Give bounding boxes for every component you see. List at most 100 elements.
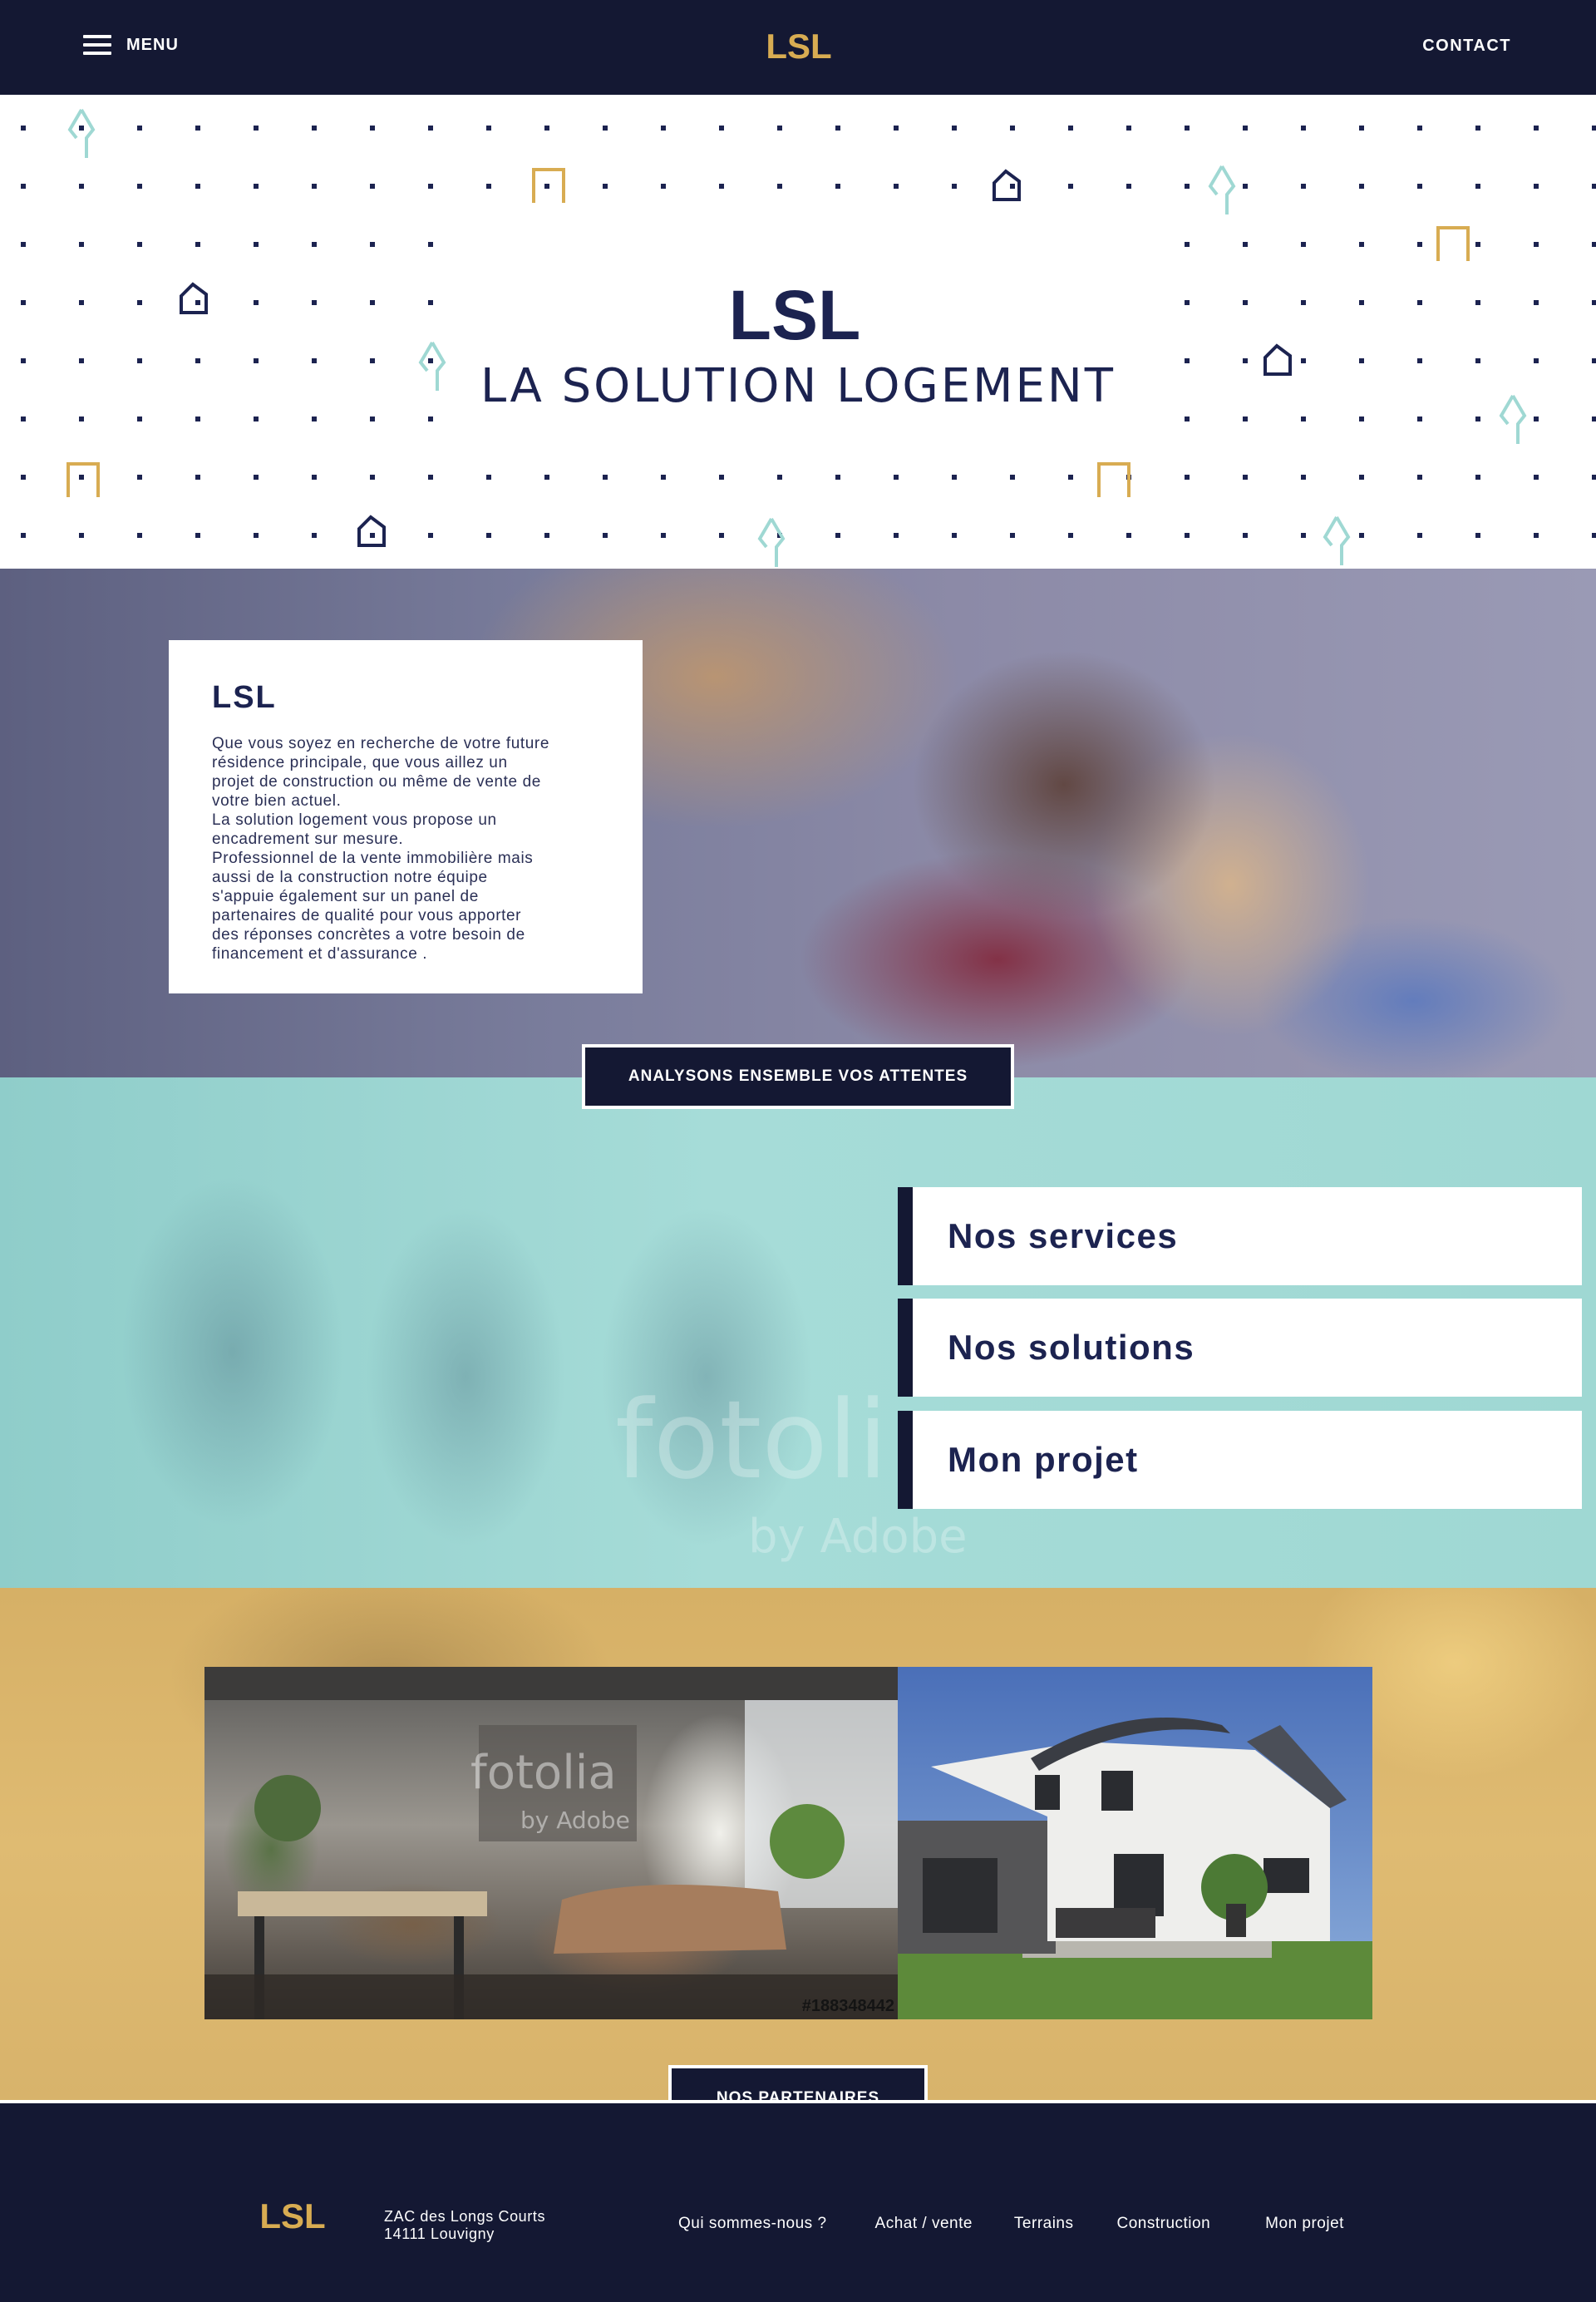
pattern-dot [195,533,200,538]
pattern-dot [1592,417,1596,421]
lsl-logo[interactable]: LSL [763,27,835,65]
pattern-dot [1010,475,1015,480]
pattern-dot [894,184,899,189]
pattern-dot [1475,126,1480,131]
analyse-expectations-button[interactable]: ANALYSONS ENSEMBLE VOS ATTENTES [582,1044,1014,1109]
pattern-dot [428,533,433,538]
pattern-dot [428,475,433,480]
pattern-dot [1475,184,1480,189]
pattern-dot [1068,475,1073,480]
pattern-dot [835,126,840,131]
interior-illustration [204,1667,898,2019]
pattern-dot [894,126,899,131]
pattern-dot [1185,417,1190,421]
pattern-dot [370,126,375,131]
pattern-dot [195,242,200,247]
doorway-icon [1436,226,1470,261]
pattern-dot [1359,533,1364,538]
pattern-dot [661,475,666,480]
pattern-dot [1243,242,1248,247]
pattern-dot [1534,417,1539,421]
pattern-dot [1301,126,1306,131]
contact-link[interactable]: CONTACT [1422,37,1511,56]
pattern-dot [137,533,142,538]
footer-link-buy-sell[interactable]: Achat / vente [875,2215,973,2233]
pattern-dot [1359,126,1364,131]
pattern-dot [1243,533,1248,538]
tree-icon [1208,165,1236,214]
pattern-dot [1534,242,1539,247]
pattern-dot [254,475,259,480]
pattern-dot [1010,533,1015,538]
pattern-dot [1534,533,1539,538]
pattern-dot [1417,417,1422,421]
pattern-dot [79,126,84,131]
svg-text:LSL: LSL [730,276,860,351]
pattern-dot [1185,126,1190,131]
pattern-dot [1475,358,1480,363]
house-outline-icon [357,515,386,547]
pattern-dot [21,300,26,305]
pattern-dot [137,184,142,189]
pattern-dot [1534,358,1539,363]
pattern-dot [486,184,491,189]
mon-projet-link[interactable]: Mon projet [898,1411,1582,1509]
pattern-dot [1243,184,1248,189]
pattern-dot [1417,300,1422,305]
house-photo [898,1667,1372,2019]
pattern-dot [254,358,259,363]
footer-link-land[interactable]: Terrains [1014,2215,1074,2233]
footer-lsl-logo[interactable]: LSL [258,2196,328,2235]
pattern-dot [835,184,840,189]
top-navigation-bar: MENU LSL CONTACT [0,0,1596,95]
footer-link-construction[interactable]: Construction [1117,2215,1211,2233]
pattern-dot [544,533,549,538]
pattern-dot [603,475,608,480]
pattern-dot [195,126,200,131]
pattern-dot [1475,533,1480,538]
pattern-dot [79,533,84,538]
pattern-dot [254,184,259,189]
menu-label: MENU [126,35,179,54]
interior-watermark: fotolia [470,1746,617,1800]
pattern-dot [952,533,957,538]
pattern-dot [1534,300,1539,305]
pattern-dot [312,184,317,189]
hero-section: LSL LA SOLUTION LOGEMENT [0,95,1596,569]
pattern-dot [428,184,433,189]
pattern-dot [777,184,782,189]
footer-link-about[interactable]: Qui sommes-nous ? [678,2215,827,2233]
footer-link-my-project[interactable]: Mon projet [1265,2215,1344,2233]
pattern-dot [1592,358,1596,363]
pattern-dot [1010,126,1015,131]
pattern-dot [1301,475,1306,480]
pattern-dot [428,417,433,421]
pattern-dot [1068,184,1073,189]
nos-solutions-link[interactable]: Nos solutions [898,1299,1582,1397]
pattern-dot [1359,417,1364,421]
menu-button[interactable]: MENU [83,35,179,55]
pattern-dot [1417,475,1422,480]
nos-services-link[interactable]: Nos services [898,1187,1582,1285]
pattern-dot [137,300,142,305]
pattern-dot [254,533,259,538]
pattern-dot [661,126,666,131]
house-outline-icon [993,169,1021,201]
pattern-dot [719,533,724,538]
footer-nav: Qui sommes-nous ? Achat / vente Terrains… [678,2215,1344,2233]
hero-title: LA SOLUTION LOGEMENT [480,359,1116,413]
pattern-dot [952,126,957,131]
pattern-dot [312,126,317,131]
pattern-dot [1185,242,1190,247]
pattern-dot [370,184,375,189]
pattern-dot [21,358,26,363]
footer: LSL ZAC des Longs Courts 14111 Louvigny … [0,2100,1596,2302]
pattern-dot [1592,242,1596,247]
pattern-dot [1010,184,1015,189]
pattern-dot [661,184,666,189]
pattern-dot [486,533,491,538]
interior-photo: fotolia by Adobe #188348442 [204,1667,898,2019]
pattern-dot [21,184,26,189]
pattern-dot [1301,533,1306,538]
pattern-dot [1301,300,1306,305]
